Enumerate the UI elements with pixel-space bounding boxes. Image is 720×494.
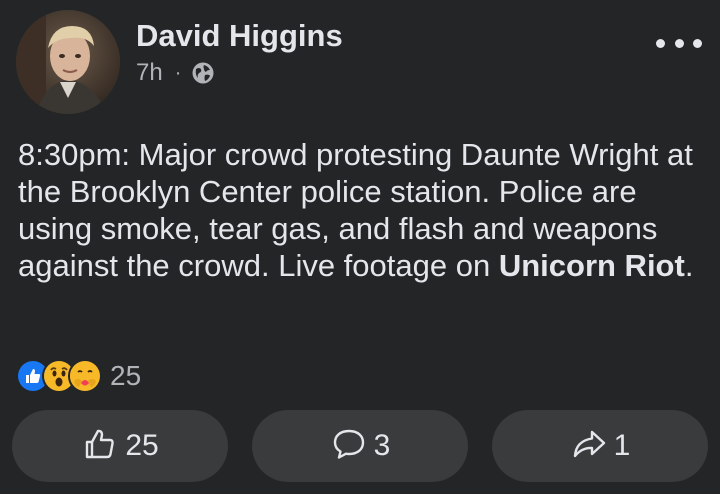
care-reaction-icon — [68, 359, 102, 393]
thumbs-up-icon — [81, 425, 119, 468]
like-count: 25 — [125, 429, 159, 462]
author-name[interactable]: David Higgins — [136, 18, 343, 54]
share-button[interactable]: 1 — [492, 410, 708, 482]
reaction-count: 25 — [110, 360, 142, 391]
comment-icon — [330, 425, 368, 468]
action-bar: 25 3 1 — [12, 410, 708, 482]
post-text-end: . — [684, 248, 694, 283]
share-icon — [570, 425, 608, 468]
reactions-summary[interactable]: 25 — [16, 358, 141, 394]
like-button[interactable]: 25 — [12, 410, 228, 482]
unicorn-riot-link[interactable]: Unicorn Riot — [499, 248, 685, 283]
comment-button[interactable]: 3 — [252, 410, 468, 482]
post-meta: 7h · — [136, 58, 215, 88]
post-time[interactable]: 7h — [136, 59, 163, 87]
more-dot — [674, 38, 684, 48]
post-text: 8:30pm: Major crowd protesting Daunte Wr… — [18, 136, 708, 284]
comment-count: 3 — [373, 429, 391, 462]
share-count: 1 — [613, 429, 631, 462]
more-horizontal-icon — [656, 38, 665, 48]
more-dot — [693, 38, 702, 48]
post-card: David Higgins 7h · 8:30pm: Major crowd p… — [0, 0, 720, 494]
globe-icon — [191, 61, 215, 85]
more-options-button[interactable] — [656, 28, 702, 58]
avatar[interactable] — [16, 10, 120, 114]
meta-separator: · — [174, 61, 182, 84]
